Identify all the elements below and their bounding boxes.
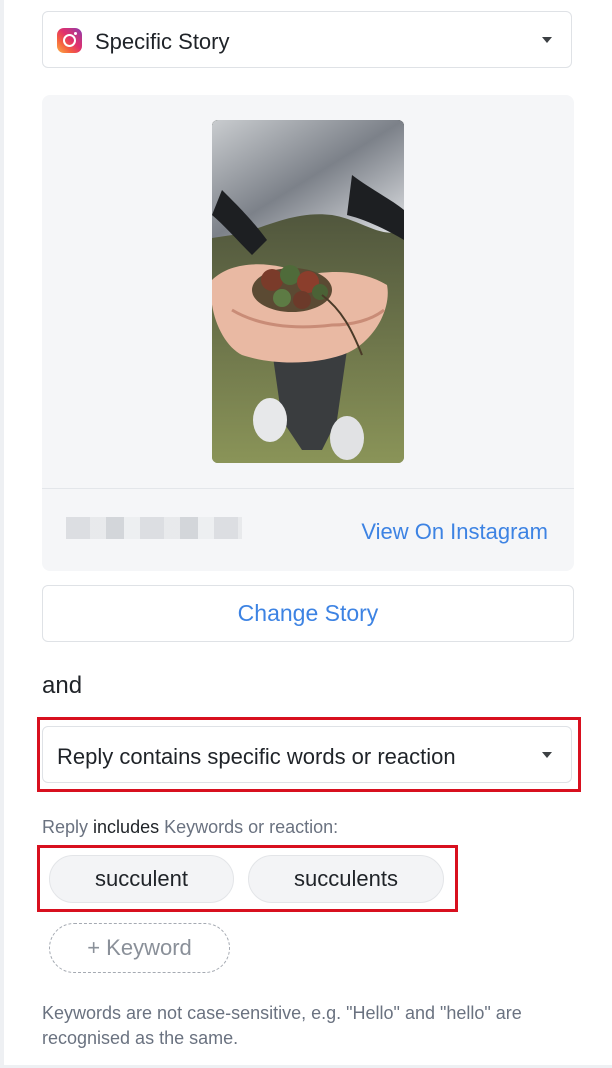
story-image bbox=[212, 120, 404, 463]
card-divider bbox=[42, 488, 574, 489]
story-type-dropdown[interactable]: Specific Story bbox=[42, 11, 572, 68]
story-image-art bbox=[212, 120, 404, 463]
keyword-chip[interactable]: succulents bbox=[248, 855, 444, 903]
instagram-icon bbox=[57, 28, 82, 53]
add-keyword-button[interactable]: + Keyword bbox=[49, 923, 230, 973]
view-on-instagram-link[interactable]: View On Instagram bbox=[342, 519, 548, 545]
reply-rule-text: Reply includes Keywords or reaction: bbox=[42, 817, 338, 838]
condition-type-label: Reply contains specific words or reactio… bbox=[57, 744, 456, 769]
reply-rule-operator[interactable]: includes bbox=[93, 817, 159, 837]
reply-rule-prefix: Reply bbox=[42, 817, 89, 837]
condition-type-dropdown[interactable]: Reply contains specific words or reactio… bbox=[42, 726, 572, 783]
chevron-down-icon bbox=[542, 37, 552, 43]
keyword-chip[interactable]: succulent bbox=[49, 855, 234, 903]
change-story-button[interactable]: Change Story bbox=[42, 585, 574, 642]
chevron-down-icon bbox=[542, 752, 552, 758]
keywords-help-text: Keywords are not case-sensitive, e.g. "H… bbox=[42, 1003, 522, 1048]
left-panel-border bbox=[0, 0, 4, 1068]
condition-connector: and bbox=[42, 672, 83, 699]
story-type-label: Specific Story bbox=[95, 29, 230, 54]
story-preview-card: View On Instagram bbox=[42, 95, 574, 571]
reply-rule-suffix: Keywords or reaction: bbox=[164, 817, 339, 837]
account-handle-redacted bbox=[66, 517, 242, 539]
